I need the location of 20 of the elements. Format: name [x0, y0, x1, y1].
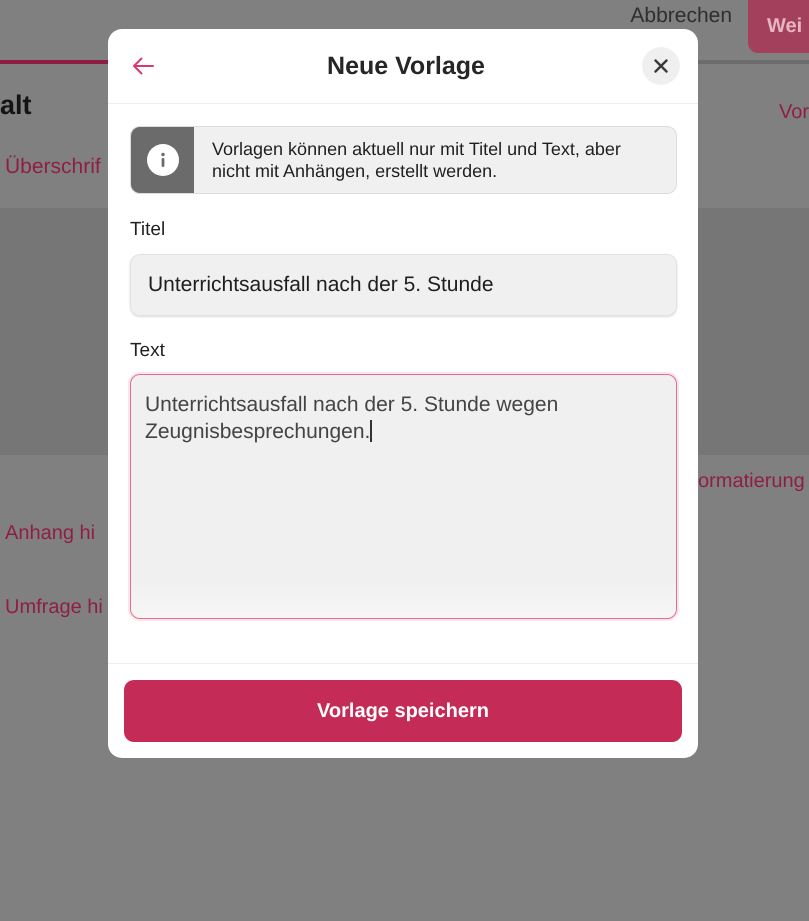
- info-icon: [146, 144, 178, 176]
- field-label: Titel: [130, 220, 166, 240]
- text-cursor-icon: [370, 420, 372, 442]
- save-button[interactable]: Vorlage speichern: [124, 680, 682, 742]
- format-link[interactable]: ormatierung: [698, 470, 805, 492]
- next-button[interactable]: Wei: [748, 0, 809, 53]
- text-area[interactable]: Unterrichtsausfall nach der 5. Stunde wegen Zeugnisbesprechungen.: [130, 374, 677, 619]
- tab-link[interactable]: Vor: [778, 101, 809, 120]
- back-arrow-icon[interactable]: [132, 57, 154, 75]
- toolbar-link[interactable]: Überschrif: [0, 156, 101, 178]
- page-heading: alt: [0, 90, 32, 120]
- dialog-title: Neue Vorlage: [327, 52, 485, 80]
- close-icon: [654, 59, 668, 73]
- attachment-link[interactable]: Anhang hi: [0, 522, 96, 544]
- field-label: Text: [130, 341, 165, 361]
- poll-link[interactable]: Umfrage hi: [0, 596, 103, 618]
- close-button[interactable]: [642, 47, 680, 85]
- title-input[interactable]: Unterrichtsausfall nach der 5. Stunde: [130, 254, 677, 316]
- info-text: Vorlagen können aktuell nur mit Titel und Text, aber nicht mit Anhängen, erstellt werden.: [212, 138, 622, 182]
- cancel-link[interactable]: Abbrechen: [630, 5, 732, 27]
